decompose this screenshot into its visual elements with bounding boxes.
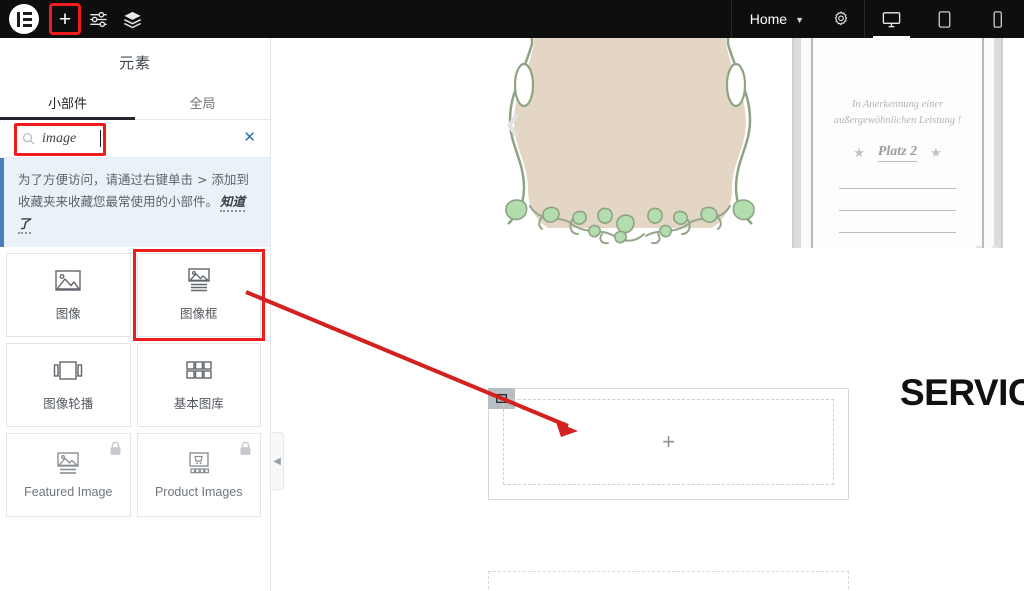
panel-collapse-button[interactable]: ◀ bbox=[271, 432, 284, 490]
panel-tabs: 小部件 全局 bbox=[0, 86, 270, 120]
responsive-switcher bbox=[865, 0, 1024, 38]
mobile-icon bbox=[993, 10, 1002, 28]
product-images-icon bbox=[186, 450, 212, 476]
desktop-icon bbox=[882, 11, 901, 27]
signature-line bbox=[839, 231, 956, 233]
widget-card-image[interactable]: 图像 bbox=[6, 252, 131, 337]
widget-card-basic-gallery[interactable]: 基本图库 bbox=[136, 342, 261, 427]
top-toolbar: + Home ▼ bbox=[0, 0, 1024, 38]
next-section-outline bbox=[488, 571, 849, 591]
carousel-dots bbox=[976, 246, 998, 248]
clear-search-button[interactable]: ✕ bbox=[243, 130, 256, 146]
elements-panel: 元素 小部件 全局 ✕ 为了方便访问，请通过右键单击 > 添加到 bbox=[0, 38, 271, 591]
sliders-icon[interactable] bbox=[81, 0, 115, 38]
panel-title: 元素 bbox=[118, 54, 151, 72]
featured-image-icon bbox=[55, 450, 81, 476]
widget-card-image-box[interactable]: 图像框 bbox=[132, 248, 265, 341]
image-carousel-icon bbox=[53, 358, 83, 384]
page-canvas: ❮ In Anerkennung einer außergewöhnlichen… bbox=[272, 38, 1024, 591]
certificate-line-1: In Anerkennung einer bbox=[851, 99, 944, 110]
page-selector[interactable]: Home ▼ bbox=[732, 0, 818, 38]
plus-icon: + bbox=[662, 429, 675, 454]
widget-label: Product Images bbox=[154, 485, 243, 500]
certificate-rank-row: ★ Platz 2 ★ bbox=[853, 144, 942, 162]
widget-highlight-box bbox=[132, 248, 265, 341]
text-cursor bbox=[100, 130, 101, 147]
chevron-down-icon: ▼ bbox=[795, 15, 804, 25]
dropzone-inner[interactable]: + bbox=[503, 399, 834, 485]
chevron-left-icon: ◀ bbox=[273, 455, 281, 467]
device-desktop-button[interactable] bbox=[865, 0, 918, 38]
page-settings-button[interactable] bbox=[818, 0, 864, 38]
certificate-rank: Platz 2 bbox=[877, 144, 918, 162]
widget-label: 图像框 bbox=[179, 305, 218, 321]
certificate-inner: In Anerkennung einer außergewöhnlichen L… bbox=[811, 38, 984, 248]
widget-card-product-images[interactable]: Product Images bbox=[136, 432, 261, 517]
certificate-image: In Anerkennung einer außergewöhnlichen L… bbox=[792, 38, 1003, 248]
carousel-dot[interactable] bbox=[992, 246, 998, 248]
tablet-icon bbox=[938, 10, 951, 28]
tab-global-label: 全局 bbox=[189, 96, 216, 111]
star-icon: ★ bbox=[853, 144, 865, 160]
tab-global[interactable]: 全局 bbox=[135, 86, 270, 119]
widget-card-featured-image[interactable]: Featured Image bbox=[6, 432, 131, 517]
certificate-line-2: außergewöhnlichen Leistung ! bbox=[833, 115, 962, 127]
widget-label: 图像 bbox=[55, 305, 81, 321]
hero-slider: ❮ In Anerkennung einer außergewöhnlichen… bbox=[272, 38, 1024, 248]
widget-card-image-carousel[interactable]: 图像轮播 bbox=[6, 342, 131, 427]
device-mobile-button[interactable] bbox=[971, 0, 1024, 38]
notice-text: 为了方便访问，请通过右键单击 > 添加到收藏夹来收藏您最常使用的小部件。 bbox=[18, 172, 249, 209]
certificate-subtitle: In Anerkennung einer außergewöhnlichen L… bbox=[834, 97, 961, 130]
gallery-grid-icon bbox=[186, 358, 212, 384]
widget-label: Featured Image bbox=[24, 485, 113, 500]
search-icon bbox=[22, 132, 35, 150]
favorites-notice: 为了方便访问，请通过右键单击 > 添加到收藏夹来收藏您最常使用的小部件。 知道了 bbox=[0, 158, 270, 247]
empty-section-dropzone[interactable]: + bbox=[488, 388, 849, 500]
page-heading: SERVICE bbox=[900, 372, 1024, 413]
lock-icon bbox=[109, 441, 122, 461]
plus-icon: + bbox=[58, 7, 72, 31]
widget-grid: 图像 图像框 图像轮播 基本图库 Featured Image Product … bbox=[0, 247, 270, 523]
tab-widgets-label: 小部件 bbox=[47, 96, 87, 111]
add-element-button[interactable]: + bbox=[49, 3, 81, 35]
widget-label: 基本图库 bbox=[173, 395, 224, 411]
search-row: ✕ bbox=[0, 120, 270, 158]
lock-icon bbox=[239, 441, 252, 461]
image-icon bbox=[55, 268, 81, 294]
star-icon: ★ bbox=[930, 144, 942, 160]
certificate-signature-lines bbox=[839, 187, 956, 248]
elementor-editor: + Home ▼ 元素 小部件 全局 image ✕ 为了方便访问，请通过右键单… bbox=[0, 0, 1024, 591]
signature-line bbox=[839, 209, 956, 211]
signature-line bbox=[839, 187, 956, 189]
carousel-dot[interactable] bbox=[976, 246, 982, 248]
carousel-prev-icon[interactable]: ❮ bbox=[504, 112, 522, 137]
toolbar-right: Home ▼ bbox=[730, 0, 1024, 38]
layers-icon[interactable] bbox=[115, 0, 149, 38]
page-title: Home bbox=[749, 11, 788, 27]
elementor-logo-icon[interactable] bbox=[9, 4, 39, 34]
widget-label: 图像轮播 bbox=[43, 395, 94, 411]
device-tablet-button[interactable] bbox=[918, 0, 971, 38]
tab-widgets[interactable]: 小部件 bbox=[0, 86, 135, 120]
gear-icon bbox=[834, 11, 848, 26]
image-box-icon bbox=[186, 267, 212, 294]
